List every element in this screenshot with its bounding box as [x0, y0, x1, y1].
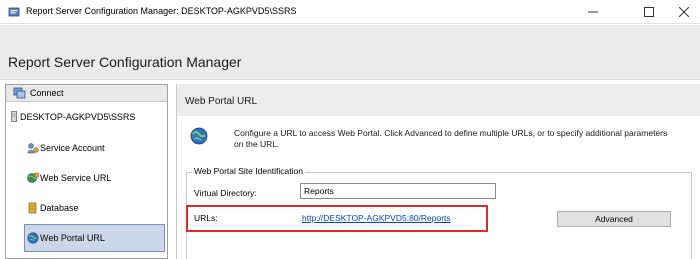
server-icon [11, 111, 17, 122]
service-account-icon [27, 142, 39, 154]
advanced-button[interactable]: Advanced [557, 211, 671, 227]
sidebar-item-label: Service Account [40, 143, 105, 153]
sidebar-item-label: Web Service URL [40, 173, 112, 183]
connect-label: Connect [30, 88, 64, 98]
app-icon [8, 6, 20, 18]
section-title: Web Portal URL [185, 96, 258, 107]
page-description: Configure a URL to access Web Portal. Cl… [234, 128, 668, 149]
group-title: Web Portal Site Identification [192, 166, 305, 176]
section-header: Web Portal URL [177, 84, 700, 116]
sidebar-item-web-service-url[interactable]: Web Service URL [24, 164, 165, 192]
title-bar: Report Server Configuration Manager: DES… [0, 0, 700, 24]
minimize-button[interactable] [576, 0, 610, 24]
sidebar-item-web-portal-url[interactable]: Web Portal URL [24, 224, 165, 252]
page-title: Report Server Configuration Manager [8, 54, 242, 70]
database-icon [27, 202, 39, 214]
connect-icon [13, 87, 26, 99]
close-button[interactable] [668, 0, 700, 24]
server-name: DESKTOP-AGKPVD5\SSRS [20, 112, 136, 122]
web-portal-url-link[interactable]: http://DESKTOP-AGKPVD5:80/Reports [302, 213, 451, 223]
sidebar-item-label: Database [40, 203, 79, 213]
urls-label: URLs: [194, 213, 218, 223]
globe-icon [190, 127, 208, 145]
sidebar-item-label: Web Portal URL [40, 233, 105, 243]
connect-button[interactable]: Connect [6, 85, 167, 102]
virtual-directory-label: Virtual Directory: [194, 188, 257, 198]
window-title: Report Server Configuration Manager: DES… [26, 6, 297, 16]
web-portal-icon [27, 232, 39, 244]
virtual-directory-input[interactable] [300, 183, 496, 199]
sidebar: Connect DESKTOP-AGKPVD5\SSRS Service Acc… [5, 84, 168, 259]
maximize-button[interactable] [632, 0, 666, 24]
web-service-icon [27, 172, 39, 184]
sidebar-item-database[interactable]: Database [24, 194, 165, 222]
sidebar-item-service-account[interactable]: Service Account [24, 134, 165, 162]
header-band [0, 25, 700, 80]
